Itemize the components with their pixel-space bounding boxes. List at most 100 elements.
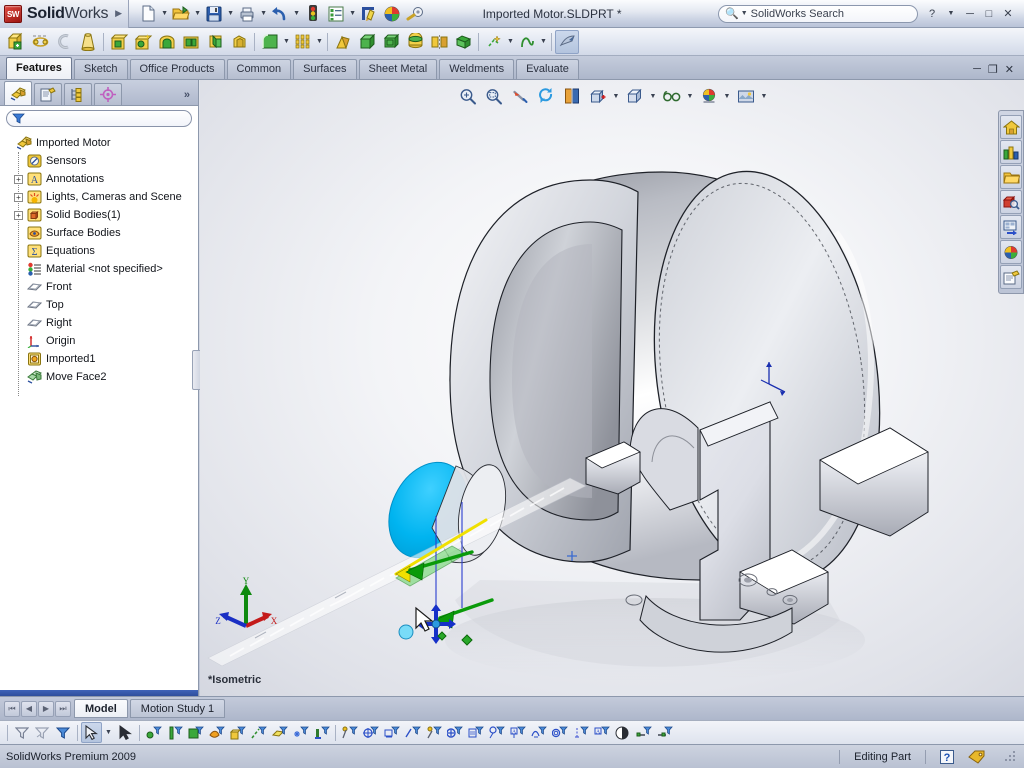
undo-button[interactable] [269, 3, 291, 25]
shell-button[interactable] [355, 30, 379, 54]
tab-surfaces[interactable]: Surfaces [293, 59, 357, 79]
edit-appearance-button[interactable] [358, 3, 380, 25]
filter-vertices-button[interactable] [143, 722, 164, 743]
tab-evaluate[interactable]: Evaluate [516, 59, 579, 79]
filter-edges-button[interactable] [164, 722, 185, 743]
previous-tab-button[interactable]: ◀ [21, 700, 37, 717]
tab-sheet-metal[interactable]: Sheet Metal [358, 59, 438, 79]
custom-properties-button[interactable] [1000, 265, 1022, 289]
filter-axes-button[interactable] [248, 722, 269, 743]
solidworks-logo[interactable]: SW SolidWorks ▶ [0, 0, 130, 28]
curves-button[interactable] [515, 30, 539, 54]
status-tag-icon[interactable] [968, 750, 986, 764]
expand-toggle[interactable]: + [14, 210, 23, 220]
filter-weld-bead-button[interactable] [633, 722, 654, 743]
print-document-dropdown-icon[interactable]: ▼ [259, 3, 268, 25]
restore-button[interactable]: □ [981, 6, 997, 22]
lofted-boss-base-button[interactable] [76, 30, 100, 54]
dome-button[interactable] [403, 30, 427, 54]
save-document-dropdown-icon[interactable]: ▼ [226, 3, 235, 25]
feature-manager-more-button[interactable]: » [184, 89, 198, 105]
tab-features[interactable]: Features [6, 57, 72, 79]
filter-sketch-points-button[interactable] [290, 722, 311, 743]
view-palette-button[interactable] [1000, 215, 1022, 239]
new-document-button[interactable] [137, 3, 159, 25]
toggle-selection-filter-toolbar-button[interactable] [53, 722, 74, 743]
filter-weld-gap-button[interactable] [654, 722, 675, 743]
select-tool-dropdown[interactable]: ▼ [102, 722, 115, 743]
minimize-button[interactable]: ─ [962, 6, 978, 22]
view-orientation-dropdown-icon[interactable]: ▼ [612, 84, 621, 108]
filter-notes-button[interactable] [465, 722, 486, 743]
last-tab-button[interactable]: ⏭ [55, 700, 71, 717]
wrap-button[interactable] [379, 30, 403, 54]
feature-manager-tab[interactable] [4, 81, 32, 105]
draft-button[interactable] [331, 30, 355, 54]
filter-center-marks-button[interactable] [360, 722, 381, 743]
tree-item-equations[interactable]: Σ Equations [4, 242, 198, 260]
linear-pattern-dropdown-icon[interactable]: ▼ [315, 31, 324, 53]
rotate-view-button[interactable] [534, 84, 558, 108]
document-minimize-button[interactable]: ─ [973, 63, 981, 76]
filter-welds-button[interactable] [444, 722, 465, 743]
linear-pattern-button[interactable] [291, 30, 315, 54]
tree-item-lights-cameras-and-scene[interactable]: + Lights, Cameras and Scene [4, 188, 198, 206]
print-document-button[interactable] [236, 3, 258, 25]
imported-motor-model[interactable] [200, 80, 1024, 696]
filter-planes-button[interactable] [269, 722, 290, 743]
clear-all-filters-button[interactable] [32, 722, 53, 743]
design-library-button[interactable] [1000, 140, 1022, 164]
undo-dropdown-icon[interactable]: ▼ [292, 3, 301, 25]
tab-office-products[interactable]: Office Products [129, 59, 225, 79]
tab-weldments[interactable]: Weldments [439, 59, 515, 79]
filter-centerlines-button[interactable] [381, 722, 402, 743]
view-orientation-button[interactable] [586, 84, 610, 108]
open-document-button[interactable] [170, 3, 192, 25]
solidworks-resources-button[interactable] [1000, 115, 1022, 139]
rib-button[interactable] [227, 30, 251, 54]
filter-surface-bodies-button[interactable] [206, 722, 227, 743]
tree-item-right-plane[interactable]: Right [4, 314, 198, 332]
document-close-button[interactable]: ✕ [1005, 63, 1014, 76]
edit-appearance-viewport-button[interactable] [697, 84, 721, 108]
filter-dimensions-button[interactable] [402, 722, 423, 743]
filter-surface-finish-button[interactable] [423, 722, 444, 743]
mirror-button[interactable] [427, 30, 451, 54]
tab-motion-study-1[interactable]: Motion Study 1 [129, 699, 226, 718]
file-explorer-button[interactable] [1000, 165, 1022, 189]
expand-toggle[interactable]: + [14, 174, 23, 184]
fillet-button[interactable] [258, 30, 282, 54]
dimxpert-manager-tab[interactable] [94, 83, 122, 105]
revolved-cut-button[interactable] [155, 30, 179, 54]
open-document-dropdown-icon[interactable]: ▼ [193, 3, 202, 25]
tab-sketch[interactable]: Sketch [73, 59, 128, 79]
select-tool-button[interactable] [81, 722, 102, 743]
menu-expand-arrow-icon[interactable]: ▶ [115, 8, 122, 19]
close-button[interactable]: ✕ [1000, 6, 1016, 22]
hide-show-items-dropdown-icon[interactable]: ▼ [686, 84, 695, 108]
reference-geometry-dropdown-icon[interactable]: ▼ [506, 31, 515, 53]
revolved-boss-base-button[interactable] [28, 30, 52, 54]
next-tab-button[interactable]: ▶ [38, 700, 54, 717]
hole-wizard-button[interactable] [131, 30, 155, 54]
filter-sketch-segments-button[interactable] [311, 722, 332, 743]
save-document-button[interactable] [203, 3, 225, 25]
help-dropdown-icon[interactable]: ▼ [943, 6, 959, 22]
appearances-button[interactable] [381, 3, 403, 25]
section-view-button[interactable] [560, 84, 584, 108]
instant3d-button[interactable] [555, 29, 579, 54]
tree-item-annotations[interactable]: + A Annotations [4, 170, 198, 188]
expand-toggle[interactable]: + [14, 192, 23, 202]
status-help-icon[interactable]: ? [940, 749, 954, 764]
filter-datums-button[interactable]: A [507, 722, 528, 743]
display-style-dropdown-icon[interactable]: ▼ [649, 84, 658, 108]
options-button[interactable] [325, 3, 347, 25]
extruded-boss-base-button[interactable] [4, 30, 28, 54]
appearances-scenes-button[interactable] [1000, 240, 1022, 264]
display-style-button[interactable] [623, 84, 647, 108]
filter-annotations-button[interactable] [528, 722, 549, 743]
resize-grip[interactable] [1004, 750, 1016, 763]
tree-item-solid-bodies[interactable]: + Solid Bodies(1) [4, 206, 198, 224]
tree-item-surface-bodies[interactable]: Surface Bodies [4, 224, 198, 242]
filter-connection-points-button[interactable] [570, 722, 591, 743]
